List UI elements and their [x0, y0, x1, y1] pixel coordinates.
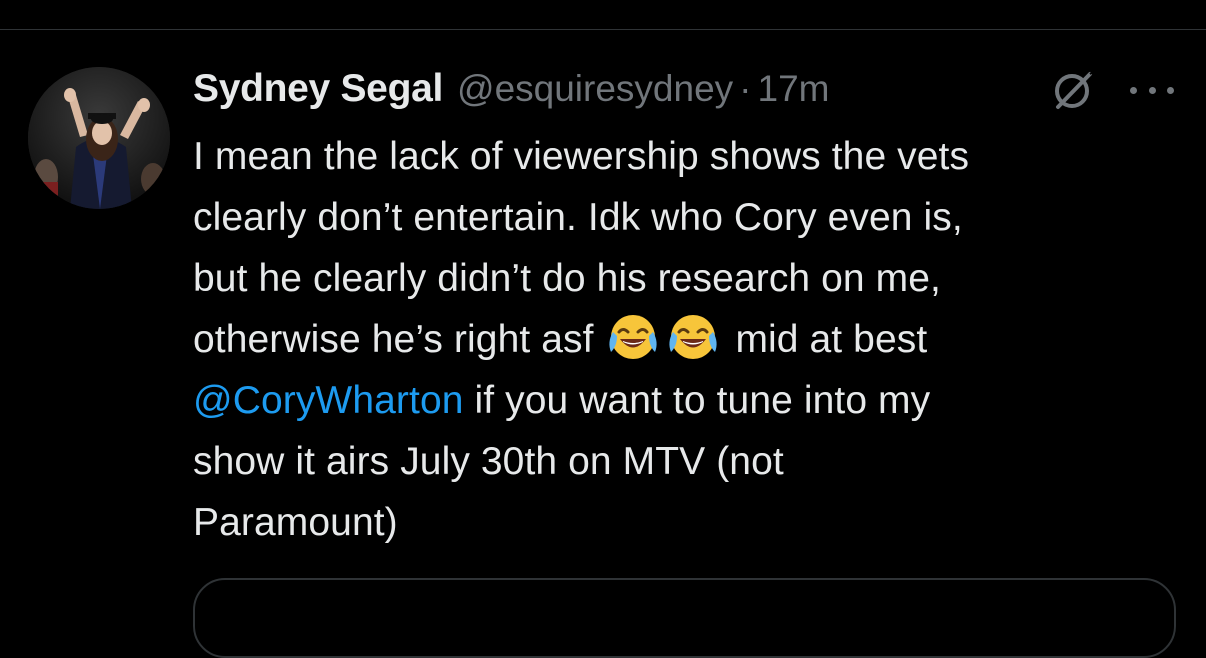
tweet-text-line: but he clearly didn’t do his research on…: [193, 257, 941, 300]
avatar[interactable]: [28, 67, 170, 209]
tweet-text-line: @CoryWharton if you want to tune into my: [193, 370, 1183, 431]
tweet-text-line: show it airs July 30th on MTV (not: [193, 440, 784, 483]
separator-dot: ·: [739, 68, 752, 109]
tweet-text-segment: mid at best: [735, 318, 928, 361]
timestamp[interactable]: 17m: [758, 68, 830, 110]
tweet-text-segment: otherwise he’s right asf: [193, 318, 594, 361]
tweet-text-segment: if you want to tune into my: [474, 379, 931, 422]
tweet-text-line: Paramount): [193, 501, 398, 544]
tweet-text-line: I mean the lack of viewership shows the …: [193, 135, 970, 178]
tweet-text-line: otherwise he’s right asf mid at best: [193, 309, 1183, 370]
tweet-header: Sydney Segal @esquiresydney · 17m: [193, 64, 829, 114]
more-dot-icon: [1130, 86, 1137, 94]
author-handle[interactable]: @esquiresydney: [457, 68, 733, 110]
top-divider: [0, 29, 1206, 30]
grok-icon[interactable]: [1050, 70, 1098, 112]
tweet-text-line: clearly don’t entertain. Idk who Cory ev…: [193, 196, 963, 239]
laughing-emoji-icon: [605, 310, 661, 362]
mention-link[interactable]: @CoryWharton: [193, 379, 464, 422]
tweet-text: I mean the lack of viewership shows the …: [193, 126, 1183, 553]
more-dot-icon: [1148, 86, 1156, 94]
more-dot-icon: [1167, 86, 1174, 94]
avatar-image: [28, 67, 170, 209]
laughing-emoji-icon: [665, 310, 721, 362]
author-name[interactable]: Sydney Segal: [193, 67, 443, 111]
quoted-tweet-card[interactable]: [193, 578, 1176, 658]
more-options-icon[interactable]: [1130, 76, 1174, 104]
